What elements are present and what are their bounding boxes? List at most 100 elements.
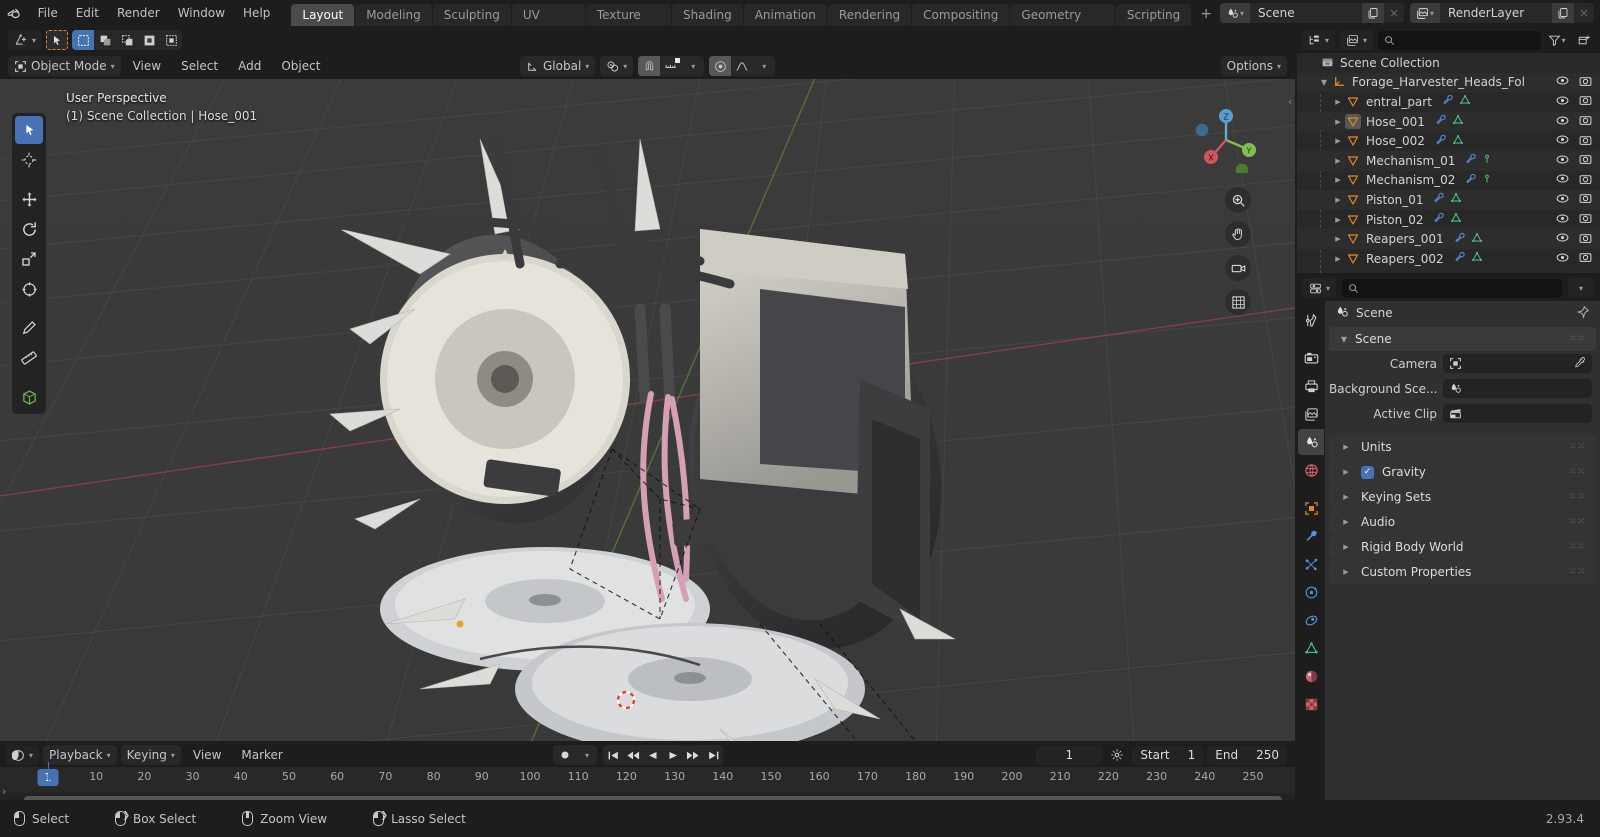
- camera-icon[interactable]: [1579, 232, 1592, 247]
- properties-panel-header[interactable]: ▶ Custom Properties ⁙⁙: [1329, 560, 1596, 584]
- intersect-select-icon[interactable]: [160, 30, 182, 50]
- filter-funnel-icon[interactable]: ▾: [1546, 30, 1568, 50]
- viewport-menu-add[interactable]: Add: [230, 56, 269, 76]
- expand-arrow[interactable]: ▶: [1339, 468, 1353, 476]
- mesh-data-icon[interactable]: [1452, 114, 1464, 129]
- new-view-layer-button[interactable]: [1552, 3, 1574, 23]
- expand-arrow[interactable]: ▶: [1331, 118, 1345, 126]
- eye-icon[interactable]: [1556, 95, 1569, 109]
- toggle-ortho-icon[interactable]: [1225, 289, 1251, 315]
- properties-tab-material[interactable]: [1298, 663, 1324, 689]
- proportional-edit-icon[interactable]: [709, 56, 732, 76]
- scene-selector[interactable]: ▾ Scene ×: [1220, 3, 1404, 23]
- outliner-display-mode-icon[interactable]: ▾: [1302, 30, 1336, 50]
- snap-increment-icon[interactable]: [660, 56, 682, 76]
- invert-select-icon[interactable]: [138, 30, 160, 50]
- camera-icon[interactable]: [1579, 192, 1592, 207]
- tab-shading[interactable]: Shading: [671, 4, 743, 26]
- tweak-cursor-icon[interactable]: [46, 30, 69, 50]
- new-collection-icon[interactable]: [1573, 30, 1595, 50]
- expand-arrow[interactable]: ▶: [1331, 137, 1345, 145]
- rotate-tool[interactable]: [15, 215, 43, 243]
- properties-tab-constraints[interactable]: [1298, 607, 1324, 633]
- mesh-data-icon[interactable]: [1471, 251, 1483, 266]
- timeline-editor-icon[interactable]: ▾: [6, 745, 40, 765]
- magnet-icon[interactable]: [638, 56, 661, 76]
- properties-options-dropdown[interactable]: ▾: [1568, 278, 1594, 298]
- properties-tab-world[interactable]: [1298, 457, 1324, 483]
- options-dropdown[interactable]: Options ▾: [1220, 56, 1287, 76]
- tab-modeling[interactable]: Modeling: [355, 4, 432, 26]
- expand-arrow[interactable]: ▶: [1339, 493, 1353, 501]
- add-workspace-button[interactable]: +: [1192, 6, 1220, 22]
- tab-rendering[interactable]: Rendering: [827, 4, 912, 26]
- viewport-menu-object[interactable]: Object: [273, 56, 328, 76]
- timeline-menu-playback[interactable]: Playback ▾: [43, 745, 117, 765]
- panel-checkbox[interactable]: ✓: [1361, 465, 1374, 479]
- eye-icon[interactable]: [1556, 232, 1569, 246]
- expand-arrow[interactable]: ▶: [1331, 157, 1345, 165]
- panel-header-scene[interactable]: ▼ Scene ⁙⁙: [1329, 327, 1596, 351]
- outliner-row-object[interactable]: ▶ Hose_001: [1297, 111, 1600, 132]
- mesh-data-icon[interactable]: [1450, 192, 1462, 207]
- outliner-row-object[interactable]: ▶ Reapers_001: [1297, 229, 1600, 249]
- camera-icon[interactable]: [1579, 173, 1592, 188]
- prev-keyframe-icon[interactable]: [623, 745, 643, 765]
- properties-tab-modifiers[interactable]: [1298, 523, 1324, 549]
- end-frame-field[interactable]: End 250: [1207, 745, 1287, 765]
- expand-arrow[interactable]: ▶: [1331, 235, 1345, 243]
- modifier-wrench-icon[interactable]: [1433, 192, 1445, 207]
- tweak-select-box-tool[interactable]: [15, 116, 43, 144]
- properties-tab-texture[interactable]: [1298, 691, 1324, 717]
- expand-arrow[interactable]: ▶: [1339, 443, 1353, 451]
- timeline-menu-keying[interactable]: Keying ▾: [120, 745, 181, 765]
- camera-view-icon[interactable]: [1225, 255, 1251, 281]
- outliner-row-object[interactable]: ▶ Reapers_002: [1297, 249, 1600, 269]
- properties-tab-output[interactable]: [1298, 373, 1324, 399]
- measure-tool[interactable]: [15, 344, 43, 372]
- modifier-wrench-icon[interactable]: [1433, 212, 1445, 227]
- scale-tool[interactable]: [15, 245, 43, 273]
- expand-arrow[interactable]: ▶: [1331, 255, 1345, 263]
- timeline-ruler[interactable]: 10 20 30 40 50 60 70 80 90 100 110 120 130 140 150 160 1…: [0, 767, 1295, 793]
- move-tool[interactable]: [15, 185, 43, 213]
- menu-file[interactable]: File: [29, 3, 67, 23]
- outliner-row-object[interactable]: ▶ Hose_002: [1297, 131, 1600, 151]
- falloff-dropdown[interactable]: ▾: [753, 56, 775, 76]
- expand-arrow[interactable]: ▶: [1331, 216, 1345, 224]
- properties-tab-particles[interactable]: [1298, 551, 1324, 577]
- properties-panel-header[interactable]: ▶ Rigid Body World ⁙⁙: [1329, 535, 1596, 559]
- modifier-wrench-icon[interactable]: [1435, 114, 1447, 129]
- current-frame-field[interactable]: 1: [1036, 745, 1103, 765]
- camera-icon[interactable]: [1579, 212, 1592, 227]
- expand-arrow[interactable]: ▶: [1331, 176, 1345, 184]
- camera-icon[interactable]: [1579, 134, 1592, 149]
- view-layer-name[interactable]: RenderLayer: [1440, 3, 1552, 23]
- transform-tool[interactable]: [15, 275, 43, 303]
- viewport-canvas[interactable]: User Perspective (1) Scene Collection | …: [0, 79, 1295, 741]
- menu-help[interactable]: Help: [234, 3, 279, 23]
- expand-arrow[interactable]: ▶: [1331, 98, 1345, 106]
- active-clip-field[interactable]: [1443, 404, 1592, 423]
- outliner-row-object[interactable]: ▶ Piston_02: [1297, 210, 1600, 230]
- mesh-data-icon[interactable]: [1450, 212, 1462, 227]
- camera-field[interactable]: [1443, 354, 1592, 373]
- new-scene-button[interactable]: [1362, 3, 1384, 23]
- eye-icon[interactable]: [1556, 75, 1569, 89]
- next-keyframe-icon[interactable]: [683, 745, 703, 765]
- camera-icon[interactable]: [1579, 153, 1592, 168]
- properties-panel-header[interactable]: ▶ Units ⁙⁙: [1329, 435, 1596, 459]
- expand-arrow[interactable]: ▶: [1339, 568, 1353, 576]
- outliner-row-object[interactable]: ▶ Mechanism_01: [1297, 150, 1600, 171]
- start-frame-field[interactable]: Start 1: [1132, 745, 1204, 765]
- pin-icon[interactable]: [1576, 305, 1590, 322]
- tab-geometry-nodes[interactable]: Geometry Nodes: [1010, 4, 1115, 44]
- mesh-data-icon[interactable]: [1471, 232, 1483, 247]
- object-mode-dropdown[interactable]: Object Mode ▾: [8, 56, 121, 76]
- outliner-row-object[interactable]: ▶ Mechanism_02: [1297, 171, 1600, 191]
- properties-tab-render[interactable]: [1298, 345, 1324, 371]
- play-reverse-icon[interactable]: [643, 745, 663, 765]
- record-dropdown[interactable]: ▾: [577, 745, 597, 765]
- menu-window[interactable]: Window: [169, 3, 234, 23]
- menu-render[interactable]: Render: [108, 3, 169, 23]
